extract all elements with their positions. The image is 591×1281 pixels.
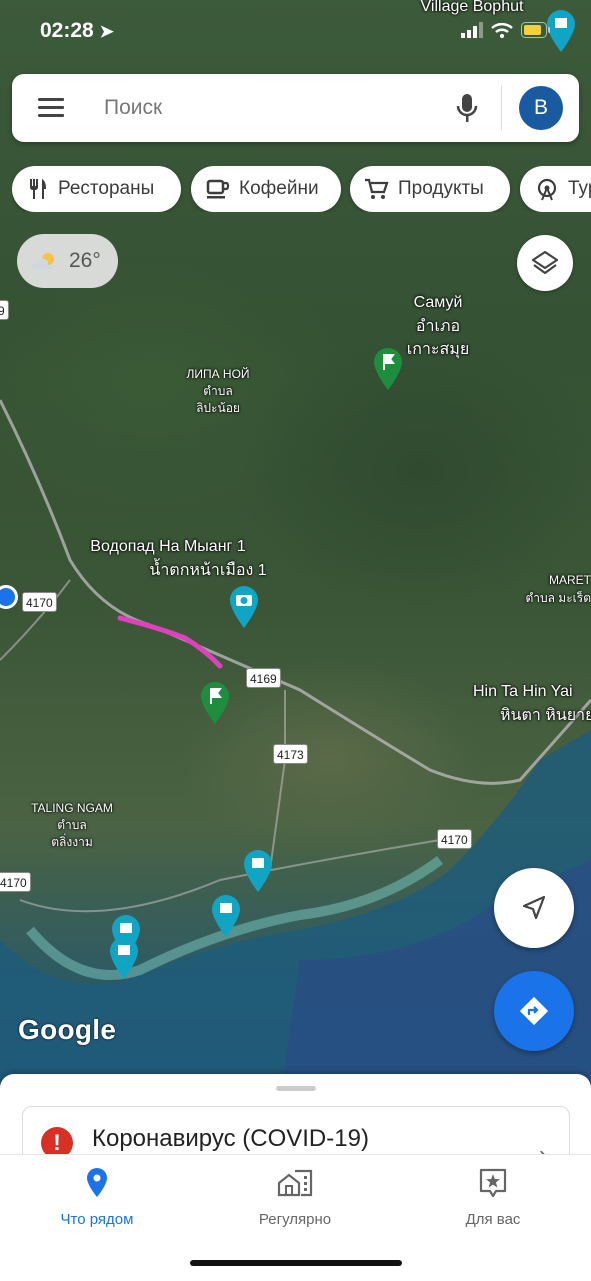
google-attribution: Google — [18, 1014, 117, 1045]
chip-label: Рестораны — [58, 178, 155, 199]
road-shield: 4173 — [273, 744, 308, 764]
tab-label: Что рядом — [60, 1211, 134, 1228]
flag-pin-icon[interactable] — [372, 346, 404, 390]
map-label: Самуй — [413, 294, 463, 311]
sheet-handle[interactable] — [276, 1086, 316, 1091]
weather-badge[interactable]: 26° — [17, 234, 118, 288]
avatar[interactable]: B — [519, 86, 563, 130]
map-label: ЛИПА НОЙ — [186, 367, 250, 381]
map-label: ตำบล มะเร็ต — [525, 591, 591, 605]
tab-commute[interactable]: Регулярно — [200, 1165, 390, 1228]
chip-label: Кофейни — [239, 178, 319, 199]
restaurant-icon — [30, 179, 46, 199]
search-input[interactable]: Поиск — [104, 96, 162, 120]
road-shield: 4170 — [22, 592, 57, 612]
message-pin-icon[interactable] — [242, 848, 274, 892]
cart-icon — [365, 178, 389, 199]
map-label: เกาะสมุย — [406, 341, 470, 358]
signal-icon — [461, 22, 483, 38]
map-label: Водопад На Мыанг 1 — [90, 538, 246, 555]
chip-label: Продукты — [398, 178, 484, 199]
chip-groceries[interactable]: Продукты — [350, 166, 510, 212]
road-shield: 4169 — [246, 668, 281, 688]
wifi-icon — [491, 23, 513, 38]
chip-coffee[interactable]: Кофейни — [191, 166, 341, 212]
message-pin-icon[interactable] — [210, 893, 242, 937]
partly-cloudy-icon — [32, 253, 54, 270]
map-label: ลิปะน้อย — [196, 401, 240, 415]
category-chips: Рестораны Кофейни Продукты Тур — [12, 166, 591, 212]
flag-pin-icon[interactable] — [199, 680, 231, 724]
directions-button[interactable] — [494, 971, 574, 1051]
tab-label: Для вас — [465, 1211, 521, 1228]
chip-label: Тур — [568, 178, 591, 199]
map-view[interactable]: Village Bophut Самуй อำเภอ เกาะสมุย ЛИПА… — [0, 0, 591, 1100]
navigation-arrow-icon — [522, 895, 546, 920]
map-overlay — [0, 399, 591, 1100]
road-shield: 9 — [0, 300, 9, 320]
microphone-icon[interactable] — [455, 92, 479, 124]
battery-icon — [521, 22, 550, 38]
chip-attractions[interactable]: Тур — [520, 166, 591, 212]
layers-button[interactable] — [517, 235, 573, 291]
map-label: Hin Ta Hin Yai — [473, 683, 573, 700]
status-icons — [461, 22, 551, 38]
status-time: 02:28 ➤ — [40, 19, 114, 42]
chip-restaurants[interactable]: Рестораны — [12, 166, 181, 212]
divider — [501, 86, 502, 130]
directions-icon — [519, 996, 549, 1026]
tab-label: Регулярно — [258, 1211, 332, 1228]
for-you-icon — [479, 1168, 507, 1198]
search-bar[interactable]: Поиск B — [12, 74, 579, 142]
location-pin-icon — [87, 1168, 107, 1197]
covid-title: Коронавирус (COVID-19) — [92, 1125, 369, 1152]
layers-icon — [531, 250, 559, 275]
commute-icon — [277, 1169, 313, 1197]
coffee-icon — [206, 179, 230, 199]
status-bar: 02:28 ➤ — [0, 0, 591, 60]
message-pin-icon[interactable] — [108, 935, 140, 979]
tab-for-you[interactable]: Для вас — [398, 1165, 588, 1228]
menu-icon[interactable] — [38, 98, 64, 122]
map-label: ตลิ่งงาม — [51, 835, 93, 849]
map-label: หินตา หินยาย — [500, 707, 591, 724]
camera-pin-icon[interactable] — [228, 584, 260, 628]
my-location-button[interactable] — [494, 868, 574, 948]
road-shield: 4170 — [437, 829, 472, 849]
weather-temp: 26° — [69, 249, 101, 272]
road-shield: 4170 — [0, 872, 31, 892]
attractions-icon — [537, 178, 557, 201]
home-indicator — [190, 1260, 402, 1266]
map-label: TALING NGAM — [31, 801, 113, 815]
map-label: MARET — [549, 573, 591, 587]
map-label: น้ำตกหน้าเมือง 1 — [149, 562, 267, 579]
tab-explore[interactable]: Что рядом — [2, 1165, 192, 1228]
map-label: ตำบล — [203, 384, 233, 398]
map-label: ตำบล — [57, 818, 87, 832]
route-line — [117, 615, 223, 669]
map-label: อำเภอ — [415, 318, 461, 335]
